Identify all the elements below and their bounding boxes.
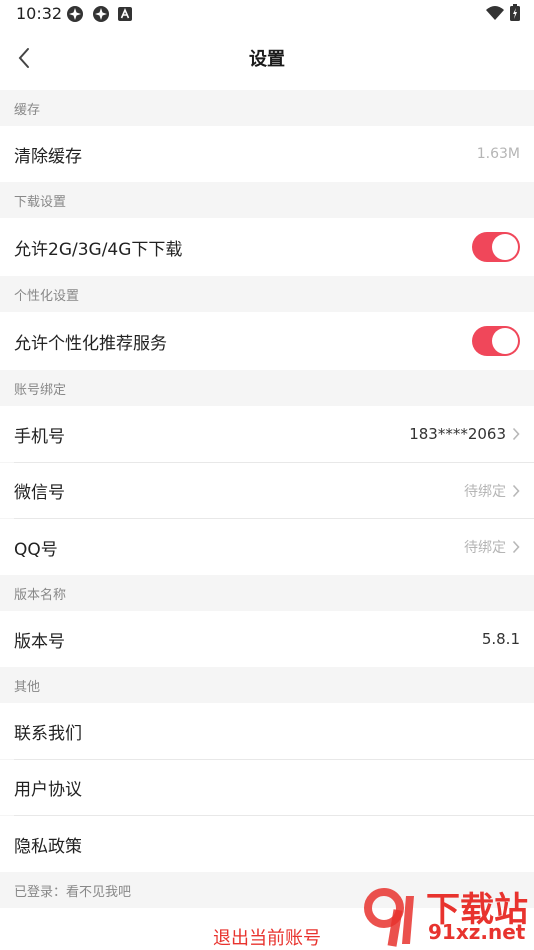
version-value: 5.8.1	[481, 630, 520, 648]
settings-screen: 10:32 设置 缓存 清除缓存 1.63M 下载设置 允许2G/3G/4G下下…	[0, 0, 534, 950]
section-header-cache: 缓存	[0, 90, 534, 126]
phone-row[interactable]: 手机号 183****2063	[0, 406, 534, 462]
wifi-icon	[486, 5, 504, 20]
user-agreement-label: 用户协议	[14, 780, 82, 800]
phone-value: 183****2063	[409, 425, 506, 443]
wechat-label: 微信号	[14, 483, 65, 503]
wechat-row[interactable]: 微信号 待绑定	[0, 463, 534, 518]
allow-mobile-download-label: 允许2G/3G/4G下下载	[14, 239, 183, 260]
version-row: 版本号 5.8.1	[0, 611, 534, 667]
chevron-right-icon	[512, 484, 520, 498]
version-label: 版本号	[14, 631, 65, 652]
watermark-text-en: 91xz.net	[428, 920, 526, 944]
chevron-right-icon	[512, 540, 520, 554]
allow-mobile-download-toggle[interactable]	[472, 232, 520, 262]
wechat-value: 待绑定	[464, 483, 506, 500]
personalized-recommend-toggle[interactable]	[472, 326, 520, 356]
system-icons	[486, 4, 520, 21]
section-header-download: 下载设置	[0, 182, 534, 218]
privacy-policy-label: 隐私政策	[14, 836, 82, 857]
phone-label: 手机号	[14, 426, 65, 447]
cache-size-value: 1.63M	[476, 146, 520, 162]
status-bar: 10:32	[0, 0, 534, 28]
app-notification-icon	[93, 6, 109, 22]
status-time: 10:32	[16, 4, 63, 23]
toggle-knob	[492, 328, 518, 354]
page-title: 设置	[249, 49, 285, 70]
section-header-version: 版本名称	[0, 575, 534, 611]
qq-value: 待绑定	[464, 540, 506, 556]
section-header-account: 账号绑定	[0, 370, 534, 406]
clear-cache-row[interactable]: 清除缓存 1.63M	[0, 126, 534, 182]
a-badge-icon	[118, 7, 132, 21]
app-notification-icon	[67, 6, 83, 22]
top-app-bar: 设置	[0, 28, 534, 90]
qq-label: QQ号	[14, 539, 58, 560]
watermark-91-icon	[364, 888, 414, 947]
qq-row[interactable]: QQ号 待绑定	[0, 519, 534, 575]
chevron-right-icon	[512, 427, 520, 441]
contact-us-label: 联系我们	[14, 723, 82, 744]
personalized-recommend-row: 允许个性化推荐服务	[0, 312, 534, 370]
clear-cache-label: 清除缓存	[14, 146, 82, 167]
battery-icon	[510, 4, 520, 21]
personalized-recommend-label: 允许个性化推荐服务	[14, 333, 167, 354]
notification-icons	[66, 5, 132, 23]
allow-mobile-download-row: 允许2G/3G/4G下下载	[0, 218, 534, 276]
privacy-policy-row[interactable]: 隐私政策	[0, 816, 534, 872]
section-header-other: 其他	[0, 667, 534, 703]
toggle-knob	[492, 234, 518, 260]
watermark-logo: 下载站 91xz.net	[362, 888, 532, 950]
contact-us-row[interactable]: 联系我们	[0, 703, 534, 759]
user-agreement-row[interactable]: 用户协议	[0, 760, 534, 815]
section-header-personalization: 个性化设置	[0, 276, 534, 312]
